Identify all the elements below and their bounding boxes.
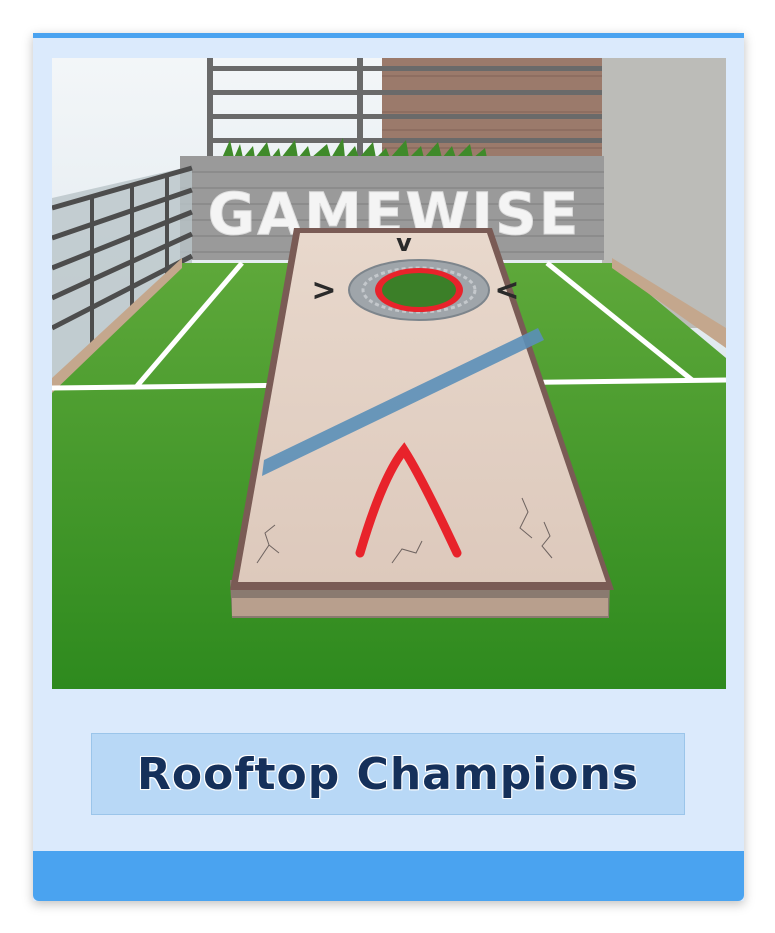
game-scene-image: GAMEWISE > v <: [52, 58, 726, 689]
right-arrow-marker: <: [494, 273, 519, 308]
brick-tower: [382, 58, 602, 168]
game-card[interactable]: GAMEWISE > v < Rooftop Champions: [33, 33, 744, 901]
title-banner: Rooftop Champions: [91, 733, 685, 815]
top-arrow-marker: v: [396, 229, 412, 257]
card-footer-band: [33, 851, 744, 901]
card-title: Rooftop Champions: [136, 748, 640, 800]
left-arrow-marker: >: [311, 273, 336, 308]
